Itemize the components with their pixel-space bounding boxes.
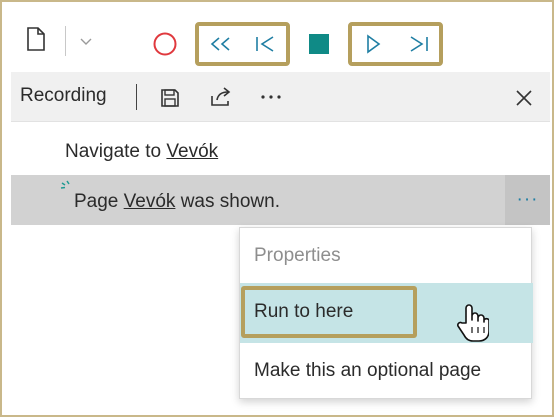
more-icon: ··· xyxy=(516,189,539,210)
recording-title: Recording xyxy=(20,85,107,106)
page-link[interactable]: Vevók xyxy=(124,191,176,212)
close-button[interactable] xyxy=(511,85,537,111)
step-prefix: Page xyxy=(74,191,124,212)
new-recording-button[interactable] xyxy=(22,22,50,56)
save-icon xyxy=(161,89,179,107)
step-row-navigate[interactable]: Navigate to Vevók xyxy=(11,126,550,174)
step-prefix: Navigate to xyxy=(65,141,167,162)
play-button[interactable] xyxy=(356,29,390,59)
step-back-icon xyxy=(256,36,274,52)
recorder-panel: Recording Navigate to Vevók Page Vevók w… xyxy=(0,0,554,417)
page-link[interactable]: Vevók xyxy=(166,141,218,162)
rewind-icon xyxy=(210,37,230,51)
step-text: Page Vevók was shown. xyxy=(74,191,280,213)
step-forward-button[interactable] xyxy=(402,29,436,59)
step-more-button[interactable]: ··· xyxy=(505,175,550,225)
new-page-icon xyxy=(27,27,45,51)
menu-item-run-to-here[interactable]: Run to here xyxy=(240,283,533,343)
toolbar-divider xyxy=(65,26,66,56)
rewind-button[interactable] xyxy=(203,29,237,59)
close-icon xyxy=(516,90,532,106)
recording-header: Recording xyxy=(11,72,550,122)
recorder-toolbar xyxy=(2,2,552,68)
menu-item-make-optional[interactable]: Make this an optional page xyxy=(240,343,533,399)
chevron-down-icon xyxy=(80,38,92,45)
new-recording-dropdown[interactable] xyxy=(76,32,96,52)
share-icon xyxy=(211,87,231,106)
hand-pointer-icon xyxy=(457,304,489,342)
menu-item-properties[interactable]: Properties xyxy=(240,228,533,283)
step-suffix: was shown. xyxy=(175,191,280,212)
save-button[interactable] xyxy=(157,85,183,111)
record-button[interactable] xyxy=(150,29,180,59)
step-row-page-shown[interactable]: Page Vevók was shown. ··· xyxy=(11,175,550,225)
menu-item-label: Run to here xyxy=(254,301,354,322)
more-options-button[interactable] xyxy=(257,86,285,108)
step-text: Navigate to Vevók xyxy=(65,141,218,163)
stop-icon xyxy=(309,34,329,54)
step-context-menu: Properties Run to here Make this an opti… xyxy=(239,227,533,399)
menu-item-label: Make this an optional page xyxy=(254,360,482,381)
menu-item-label: Properties xyxy=(254,244,341,266)
loading-spinner-icon xyxy=(60,180,70,189)
play-icon xyxy=(367,34,381,54)
stop-button[interactable] xyxy=(304,29,334,59)
header-divider xyxy=(136,84,137,110)
run-to-here-highlight: Run to here xyxy=(241,286,417,338)
more-icon xyxy=(261,95,281,99)
share-button[interactable] xyxy=(207,84,235,110)
step-forward-icon xyxy=(410,36,428,52)
record-icon xyxy=(153,32,177,56)
step-back-button[interactable] xyxy=(248,29,282,59)
